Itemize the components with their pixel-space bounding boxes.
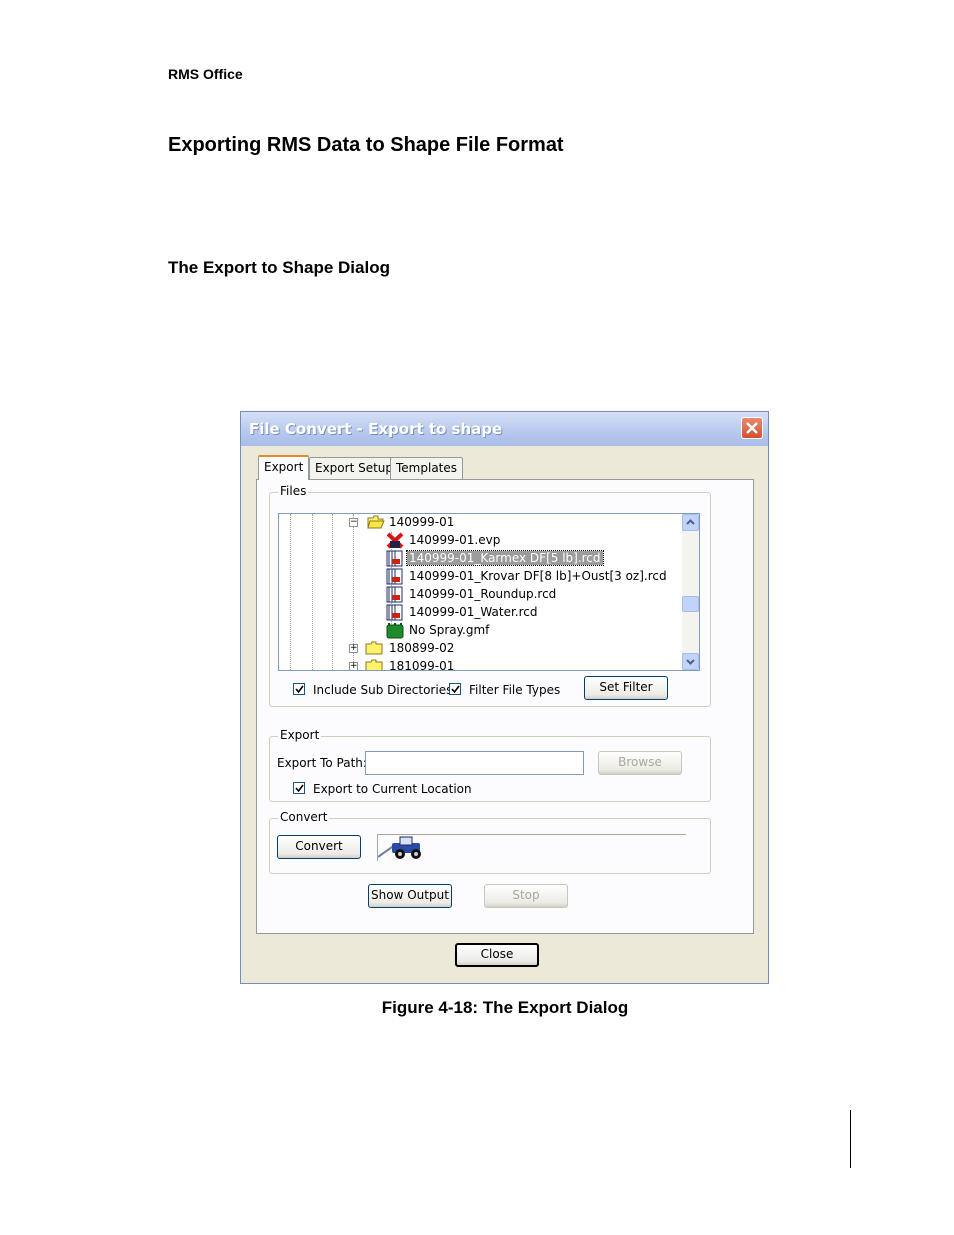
expand-icon[interactable]: + [349, 644, 358, 653]
subsection-heading: The Export to Shape Dialog [168, 258, 390, 277]
close-icon[interactable] [741, 417, 763, 439]
tree-item-label: 140999-01 [389, 515, 455, 529]
tree-item-label: 140999-01_Roundup.rcd [409, 587, 557, 601]
tree-item-label: 140999-01_Water.rcd [409, 605, 538, 619]
rcd-file-icon [386, 604, 403, 621]
set-filter-button[interactable]: Set Filter [584, 676, 668, 700]
tree-item-label: 181099-01 [389, 659, 455, 671]
tree-scrollbar[interactable] [682, 514, 699, 670]
browse-button[interactable]: Browse [598, 751, 682, 775]
convert-button[interactable]: Convert [277, 835, 361, 859]
evp-file-icon [386, 532, 404, 549]
tree-item-label: No Spray.gmf [409, 623, 490, 637]
stop-button[interactable]: Stop [484, 884, 568, 908]
files-group-label: Files [278, 484, 309, 498]
expand-icon[interactable]: + [349, 662, 358, 670]
convert-progress [377, 834, 686, 861]
rcd-file-icon [386, 586, 403, 603]
tractor-icon [378, 836, 421, 859]
figure-caption: Figure 4-18: The Export Dialog [381, 998, 629, 1017]
tab-templates[interactable]: Templates [390, 457, 464, 479]
export-path-input[interactable] [365, 751, 584, 775]
export-dialog: File Convert - Export to shape Export Ex… [240, 411, 769, 984]
rcd-file-icon [386, 550, 403, 567]
filter-file-types-label: Filter File Types [469, 683, 561, 697]
include-subdirs-label: Include Sub Directories [313, 683, 453, 697]
export-path-label: Export To Path: [277, 756, 367, 770]
tree-item-label: 140999-01_Krovar DF[8 lb]+Oust[3 oz].rcd [409, 569, 667, 583]
tab-export-setup[interactable]: Export Setup [309, 457, 400, 479]
show-output-button[interactable]: Show Output [368, 884, 452, 908]
collapse-icon[interactable]: − [349, 518, 358, 527]
dialog-title: File Convert - Export to shape [249, 420, 503, 438]
folder-open-icon [367, 515, 385, 529]
running-head: RMS Office [168, 66, 243, 82]
section-heading: Exporting RMS Data to Shape File Format [168, 134, 564, 156]
tree-item-label: 140999-01.evp [409, 533, 501, 547]
tab-export[interactable]: Export [258, 455, 310, 480]
scroll-thumb[interactable] [682, 596, 699, 612]
folder-icon [365, 641, 383, 655]
export-current-location-checkbox[interactable] [293, 782, 305, 794]
include-subdirs-checkbox[interactable] [293, 683, 305, 695]
convert-group-label: Convert [278, 810, 330, 824]
filter-file-types-checkbox[interactable] [449, 683, 461, 695]
close-button[interactable]: Close [455, 943, 539, 967]
scroll-up-icon[interactable] [682, 514, 699, 531]
rcd-file-icon [386, 568, 403, 585]
export-current-location-label: Export to Current Location [313, 782, 472, 796]
folder-icon [365, 659, 383, 670]
files-tree[interactable]: − 140999-01 140999-01.evp 140999-01_Karm… [278, 513, 700, 671]
gmf-file-icon [386, 623, 404, 639]
scroll-down-icon[interactable] [682, 653, 699, 670]
dialog-titlebar[interactable]: File Convert - Export to shape [241, 412, 768, 446]
tree-item-label-selected: 140999-01_Karmex DF[5 lb].rcd [406, 550, 604, 566]
page-margin-rule [850, 1110, 851, 1168]
tree-item-label: 180899-02 [389, 641, 455, 655]
export-group-label: Export [278, 728, 322, 742]
